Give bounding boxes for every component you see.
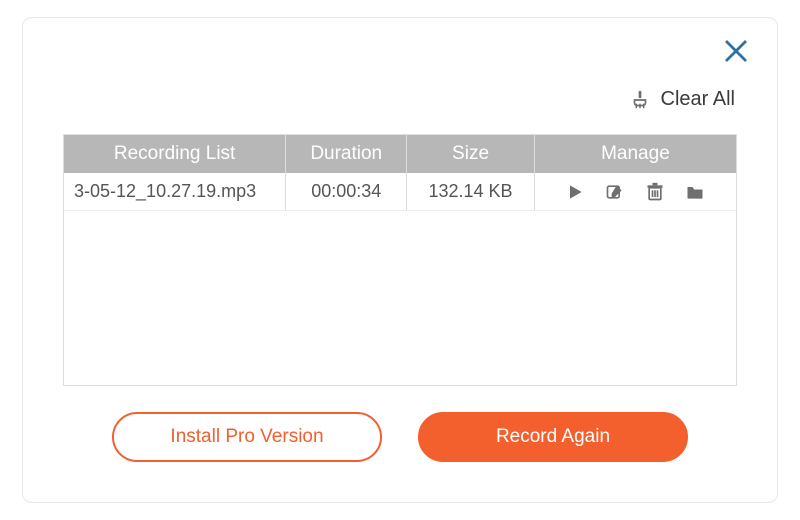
clear-all-label[interactable]: Clear All	[661, 88, 735, 111]
edit-button[interactable]	[605, 182, 625, 202]
clear-all-button[interactable]	[629, 89, 651, 111]
header-recording-list: Recording List	[64, 135, 286, 173]
close-button[interactable]	[721, 36, 751, 66]
close-icon	[721, 36, 751, 66]
header-duration: Duration	[286, 135, 407, 173]
delete-button[interactable]	[645, 182, 665, 202]
toolbar: Clear All	[629, 88, 735, 111]
install-pro-button[interactable]: Install Pro Version	[112, 412, 382, 462]
cell-duration: 00:00:34	[286, 173, 407, 211]
cell-size: 132.14 KB	[407, 173, 535, 211]
recording-dialog: Clear All Recording List Duration Size M…	[22, 17, 778, 503]
cell-filename: 3-05-12_10.27.19.mp3	[64, 173, 286, 211]
record-again-label: Record Again	[496, 426, 610, 448]
trash-icon	[645, 182, 665, 202]
install-pro-label: Install Pro Version	[170, 426, 323, 448]
table-header-row: Recording List Duration Size Manage	[64, 135, 736, 173]
broom-icon	[629, 89, 651, 111]
recording-table: Recording List Duration Size Manage 3-05…	[63, 134, 737, 386]
folder-icon	[685, 182, 705, 202]
play-button[interactable]	[565, 182, 585, 202]
record-again-button[interactable]: Record Again	[418, 412, 688, 462]
manage-icons	[541, 182, 730, 202]
header-size: Size	[407, 135, 535, 173]
open-folder-button[interactable]	[685, 182, 705, 202]
header-manage: Manage	[534, 135, 736, 173]
play-icon	[565, 182, 585, 202]
edit-icon	[605, 182, 625, 202]
footer-buttons: Install Pro Version Record Again	[23, 412, 777, 462]
cell-manage	[534, 173, 736, 211]
table-row[interactable]: 3-05-12_10.27.19.mp3 00:00:34 132.14 KB	[64, 173, 736, 211]
